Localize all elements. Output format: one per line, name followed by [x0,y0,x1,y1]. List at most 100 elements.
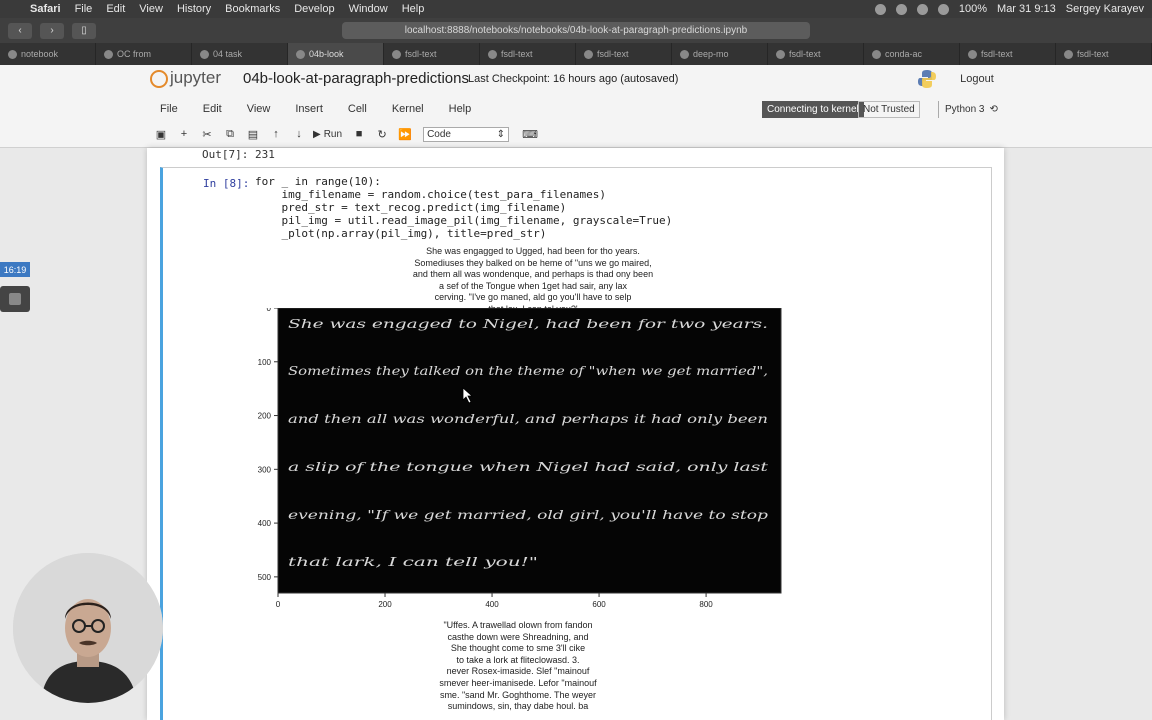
notebook-menubar: File Edit View Insert Cell Kernel Help [160,103,496,115]
fast-forward-icon[interactable]: ⏩ [396,126,414,142]
menu-develop[interactable]: Develop [294,3,334,15]
prediction-line: sumindows, sin, thay dabe houl. ba [447,701,589,712]
run-button[interactable]: ▶ Run [313,129,342,140]
code-line: for _ in range(10): [255,175,381,188]
tab-label: OC from [117,49,152,59]
trusted-indicator[interactable]: Not Trusted [858,101,920,118]
nb-menu-insert[interactable]: Insert [295,103,323,115]
tab-favicon-icon [776,49,785,59]
browser-tab[interactable]: fsdl-text [1056,43,1152,65]
jupyter-logo-text: jupyter [170,68,222,87]
browser-tab[interactable]: fsdl-text [768,43,864,65]
prediction-line: She was engagged to Ugged, had been for … [426,246,640,256]
app-menu[interactable]: Safari [30,3,61,15]
select-arrows-icon: ⇕ [496,128,506,140]
code-line: pil_img = util.read_image_pil(img_filena… [255,214,673,227]
kernel-name: Python 3 ⟲ [938,101,998,118]
save-icon[interactable]: ▣ [152,126,170,142]
timer-badge: 16:19 [0,262,30,277]
handwriting-line: evening, "If we get married, old girl, y… [288,507,768,522]
browser-tab[interactable]: fsdl-text [480,43,576,65]
keyboard-icon[interactable]: ⌨ [521,126,539,142]
jupyter-logo-icon [150,69,168,88]
tab-favicon-icon [872,49,881,59]
code-line: pred_str = text_recog.predict(img_filena… [255,201,567,214]
restart-icon[interactable]: ↻ [373,126,391,142]
previous-output: Out[7]: 231 [202,148,275,161]
cell-type-select[interactable]: Code ⇕ [423,126,510,142]
menu-edit[interactable]: Edit [106,3,125,15]
wifi-icon[interactable] [937,3,949,15]
tray-icon[interactable] [895,3,907,15]
prediction-line: never Rosex-imaside. Slef "mainouf [446,666,590,677]
browser-tab[interactable]: 04b-look [288,43,384,65]
move-up-icon[interactable]: ↑ [267,126,285,142]
menu-view[interactable]: View [139,3,163,15]
tray-icon[interactable] [874,3,886,15]
sidebar-button[interactable]: ▯ [72,22,96,39]
prediction-line: sme. "sand Mr. Goghthome. The weyer [439,689,597,700]
menu-help[interactable]: Help [402,3,425,15]
tray-icon[interactable] [916,3,928,15]
prediction-line: casthe down were Shreadning, and [447,631,589,642]
menu-history[interactable]: History [177,3,211,15]
prediction-line: to take a lork at fliteclowasd. 3. [456,654,580,665]
menu-bookmarks[interactable]: Bookmarks [225,3,280,15]
back-button[interactable]: ‹ [8,22,32,39]
jupyter-page: jupyter 04b-look-at-paragraph-prediction… [0,65,1152,720]
nb-menu-edit[interactable]: Edit [203,103,222,115]
browser-toolbar: ‹ › ▯ localhost:8888/notebooks/notebooks… [0,18,1152,43]
stop-square-icon [9,293,21,305]
insert-cell-icon[interactable]: + [175,126,193,142]
checkpoint-text: Last Checkpoint: 16 hours ago [468,73,618,85]
battery-level[interactable]: 100% [959,3,987,15]
input-prompt: In [8]: [203,177,250,190]
address-bar[interactable]: localhost:8888/notebooks/notebooks/04b-l… [342,22,810,39]
browser-tab[interactable]: fsdl-text [960,43,1056,65]
prediction-line: cerving. "I've go maned, ald go you'll h… [434,292,632,303]
clock[interactable]: Mar 31 9:13 [997,3,1056,15]
forward-button[interactable]: › [40,22,64,39]
run-label: Run [323,128,343,140]
code-cell[interactable]: In [8]: for _ in range(10): img_filename… [160,167,992,720]
x-tick-label: 0 [276,600,281,609]
record-button[interactable] [0,286,30,312]
copy-icon[interactable]: ⧉ [221,126,239,142]
x-tick-label: 800 [699,600,713,609]
browser-tab[interactable]: fsdl-text [384,43,480,65]
tab-favicon-icon [488,49,497,59]
notebook-header: jupyter 04b-look-at-paragraph-prediction… [0,65,1152,148]
handwriting-line: a slip of the tongue when Nigel had said… [288,459,769,474]
nb-menu-file[interactable]: File [160,103,178,115]
handwriting-line: Sometimes they talked on the theme of "w… [288,363,768,378]
user-name[interactable]: Sergey Karayev [1066,3,1144,15]
browser-tab[interactable]: deep-mo [672,43,768,65]
handwriting-line: She was engaged to Nigel, had been for t… [288,316,768,331]
paste-icon[interactable]: ▤ [244,126,262,142]
nb-menu-kernel[interactable]: Kernel [392,103,424,115]
code-editor[interactable]: for _ in range(10): img_filename = rando… [255,175,672,240]
logout-button[interactable]: Logout [953,69,1001,89]
browser-tab[interactable]: OC from [96,43,192,65]
presenter-avatar [13,553,163,703]
nb-menu-help[interactable]: Help [449,103,472,115]
menu-file[interactable]: File [75,3,93,15]
nb-menu-view[interactable]: View [247,103,271,115]
tab-favicon-icon [200,49,209,59]
prediction-line: smever heer-imanisede. Lefor "mainouf [439,677,597,688]
nb-menu-cell[interactable]: Cell [348,103,367,115]
browser-tab[interactable]: notebook [0,43,96,65]
menu-window[interactable]: Window [349,3,388,15]
prediction-title-2: "Uffes. A trawellad olown from fandon cas… [418,620,618,713]
browser-tab[interactable]: 04 task [192,43,288,65]
notebook-title[interactable]: 04b-look-at-paragraph-predictions [243,70,469,87]
play-icon: ▶ [313,128,321,140]
browser-tab[interactable]: conda-ac [864,43,960,65]
plot-image [277,308,782,594]
stop-icon[interactable]: ■ [350,126,368,142]
cut-icon[interactable]: ✂ [198,126,216,142]
browser-tab[interactable]: fsdl-text [576,43,672,65]
autosave-text: (autosaved) [620,73,679,85]
move-down-icon[interactable]: ↓ [290,126,308,142]
jupyter-logo[interactable]: jupyter [150,68,221,88]
